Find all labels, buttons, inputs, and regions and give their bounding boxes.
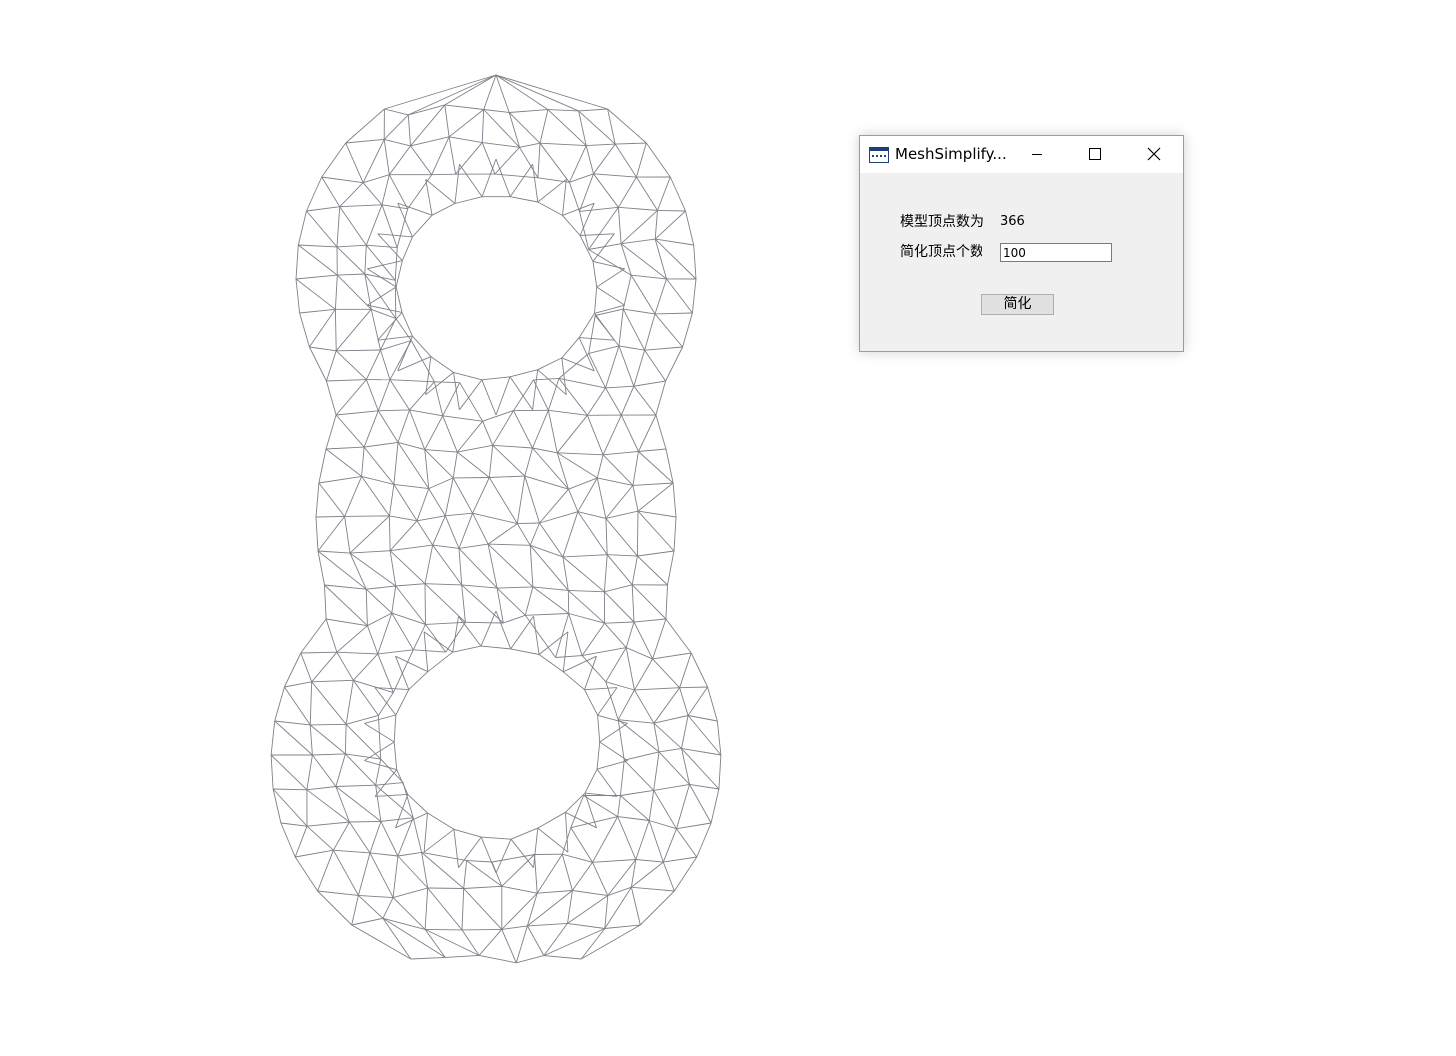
minimize-button[interactable]	[1014, 136, 1060, 173]
maximize-button[interactable]	[1072, 136, 1118, 173]
simplify-count-input[interactable]	[1000, 243, 1112, 262]
wireframe-mesh	[270, 74, 722, 964]
mesh-simplify-dialog: MeshSimplify... 模型顶点数为 366 简化顶点个数 简化	[859, 135, 1184, 352]
mesh-edges	[270, 74, 722, 964]
title-bar[interactable]: MeshSimplify...	[860, 136, 1183, 173]
simplify-button[interactable]: 简化	[981, 294, 1054, 315]
close-icon	[1147, 147, 1161, 161]
mesh-viewport[interactable]	[0, 0, 1456, 1056]
vertex-count-label: 模型顶点数为	[900, 214, 984, 230]
close-button[interactable]	[1131, 136, 1177, 173]
app-window-icon	[869, 147, 889, 163]
maximize-icon	[1089, 148, 1101, 160]
simplify-count-label: 简化顶点个数	[900, 244, 982, 260]
window-title: MeshSimplify...	[895, 145, 1007, 163]
minimize-icon	[1032, 154, 1042, 155]
vertex-count-value: 366	[1000, 214, 1025, 229]
